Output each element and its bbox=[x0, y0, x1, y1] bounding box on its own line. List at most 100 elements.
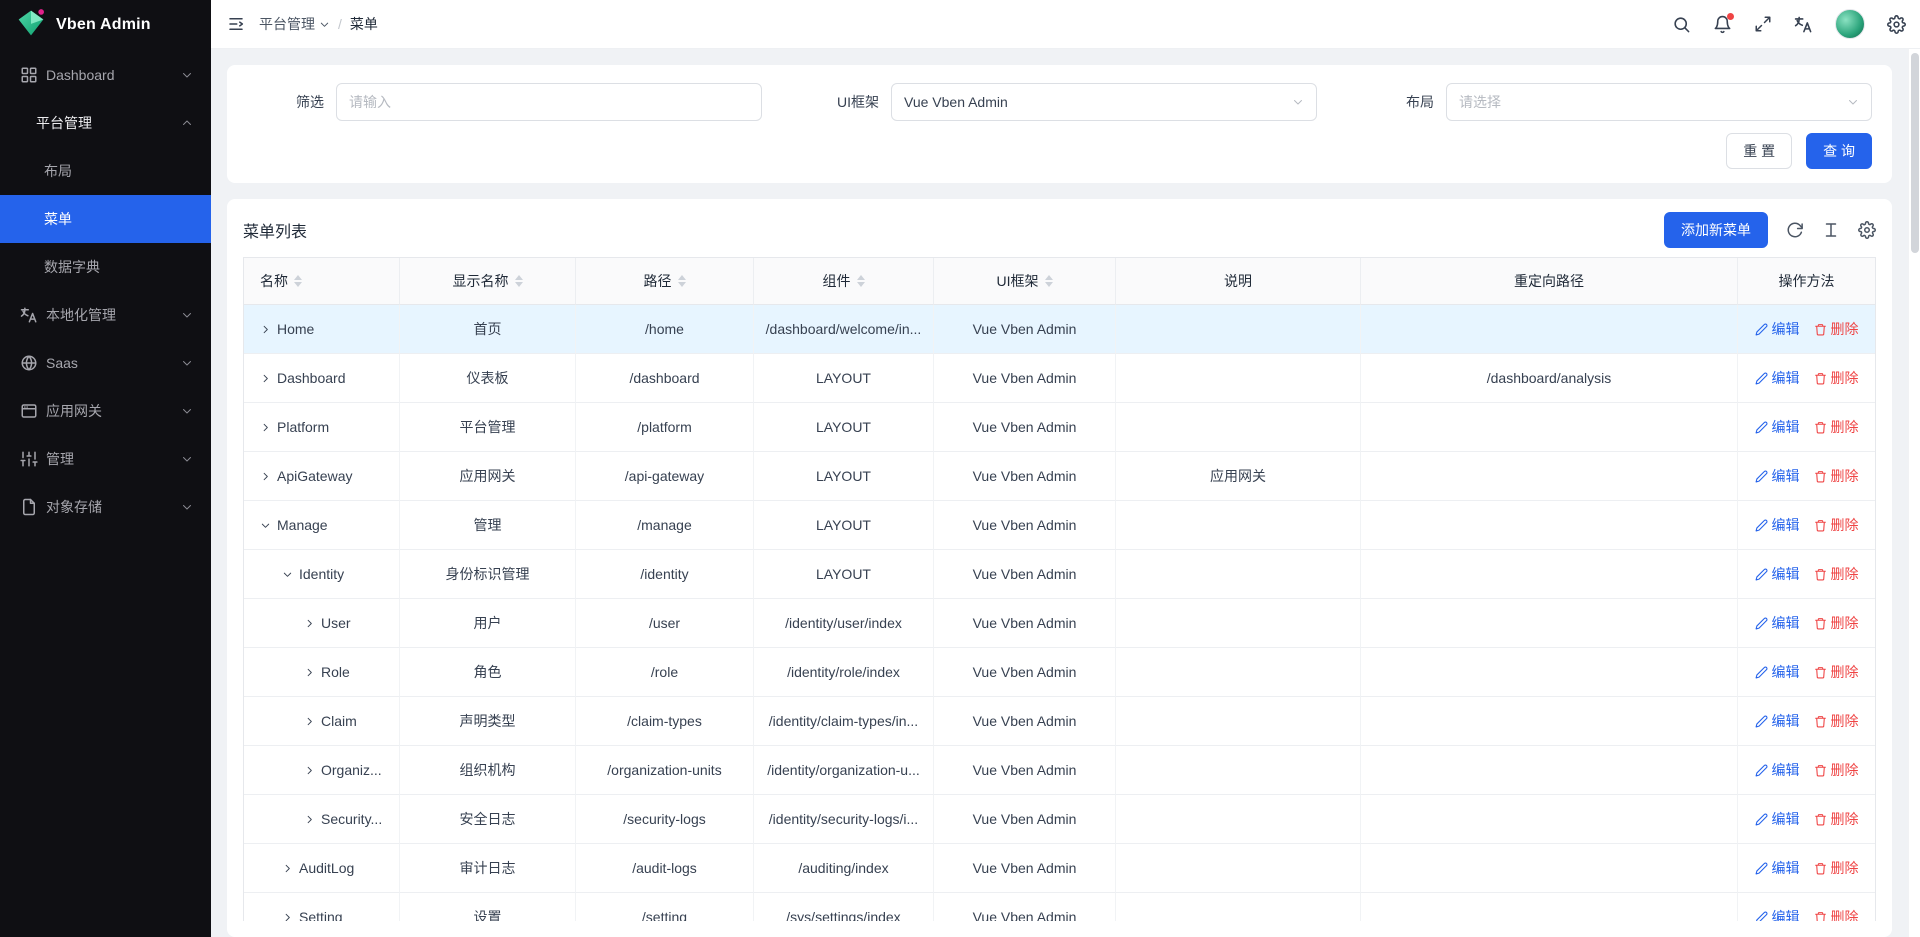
sidebar-item[interactable]: Saas bbox=[0, 339, 211, 387]
expand-row-icon[interactable] bbox=[304, 618, 315, 629]
delete-button[interactable]: 删除 bbox=[1814, 760, 1859, 780]
column-header[interactable]: 组件 bbox=[754, 258, 934, 305]
expand-row-icon[interactable] bbox=[304, 814, 315, 825]
sidebar-item[interactable]: 平台管理 bbox=[0, 99, 211, 147]
expand-row-icon[interactable] bbox=[304, 667, 315, 678]
edit-button[interactable]: 编辑 bbox=[1755, 858, 1800, 878]
scrollbar-thumb[interactable] bbox=[1911, 53, 1919, 253]
delete-button[interactable]: 删除 bbox=[1814, 809, 1859, 829]
collapse-sidebar-icon[interactable] bbox=[227, 15, 245, 33]
delete-button[interactable]: 删除 bbox=[1814, 907, 1859, 921]
sidebar-item[interactable]: Dashboard bbox=[0, 51, 211, 99]
add-menu-button[interactable]: 添加新菜单 bbox=[1664, 212, 1768, 248]
table-row[interactable]: Role角色/role/identity/role/indexVue Vben … bbox=[244, 648, 1875, 697]
table-row[interactable]: Claim声明类型/claim-types/identity/claim-typ… bbox=[244, 697, 1875, 746]
delete-button[interactable]: 删除 bbox=[1814, 368, 1859, 388]
fullscreen-icon[interactable] bbox=[1754, 15, 1772, 33]
delete-button[interactable]: 删除 bbox=[1814, 515, 1859, 535]
edit-button[interactable]: 编辑 bbox=[1755, 417, 1800, 437]
table-row[interactable]: Home首页/home/dashboard/welcome/in...Vue V… bbox=[244, 305, 1875, 354]
sidebar-subitem[interactable]: 数据字典 bbox=[0, 243, 211, 291]
delete-button[interactable]: 删除 bbox=[1814, 858, 1859, 878]
app-title: Vben Admin bbox=[56, 16, 151, 34]
edit-button[interactable]: 编辑 bbox=[1755, 368, 1800, 388]
trash-icon bbox=[1814, 911, 1827, 922]
edit-button[interactable]: 编辑 bbox=[1755, 711, 1800, 731]
sort-icon[interactable] bbox=[1045, 275, 1053, 287]
delete-button[interactable]: 删除 bbox=[1814, 417, 1859, 437]
sidebar-item[interactable]: 管理 bbox=[0, 435, 211, 483]
delete-button[interactable]: 删除 bbox=[1814, 613, 1859, 633]
expand-row-icon[interactable] bbox=[260, 373, 271, 384]
expand-row-icon[interactable] bbox=[282, 912, 293, 921]
collapse-row-icon[interactable] bbox=[282, 569, 293, 580]
table-row[interactable]: ApiGateway应用网关/api-gatewayLAYOUTVue Vben… bbox=[244, 452, 1875, 501]
sidebar-item[interactable]: 应用网关 bbox=[0, 387, 211, 435]
cell-name: User bbox=[244, 599, 400, 648]
edit-button[interactable]: 编辑 bbox=[1755, 515, 1800, 535]
edit-button[interactable]: 编辑 bbox=[1755, 662, 1800, 682]
edit-button[interactable]: 编辑 bbox=[1755, 907, 1800, 921]
column-header[interactable]: 显示名称 bbox=[400, 258, 576, 305]
sidebar-item[interactable]: 本地化管理 bbox=[0, 291, 211, 339]
refresh-icon[interactable] bbox=[1786, 221, 1804, 239]
table-row[interactable]: Manage管理/manageLAYOUTVue Vben Admin编辑删除 bbox=[244, 501, 1875, 550]
search-icon[interactable] bbox=[1672, 15, 1691, 34]
edit-button[interactable]: 编辑 bbox=[1755, 809, 1800, 829]
delete-button[interactable]: 删除 bbox=[1814, 564, 1859, 584]
sort-icon[interactable] bbox=[857, 275, 865, 287]
sidebar-item[interactable]: 对象存储 bbox=[0, 483, 211, 531]
expand-row-icon[interactable] bbox=[260, 471, 271, 482]
cell-path: /claim-types bbox=[576, 697, 754, 746]
breadcrumb-separator: / bbox=[338, 16, 342, 32]
row-height-icon[interactable] bbox=[1822, 221, 1840, 239]
sort-icon[interactable] bbox=[294, 275, 302, 287]
expand-row-icon[interactable] bbox=[304, 765, 315, 776]
table-row[interactable]: Setting设置/setting/sys/settings/indexVue … bbox=[244, 893, 1875, 921]
delete-button[interactable]: 删除 bbox=[1814, 662, 1859, 682]
edit-button[interactable]: 编辑 bbox=[1755, 613, 1800, 633]
filter-select[interactable]: Vue Vben Admin bbox=[891, 83, 1317, 121]
expand-row-icon[interactable] bbox=[260, 422, 271, 433]
table-row[interactable]: Organiz...组织机构/organization-units/identi… bbox=[244, 746, 1875, 795]
filter-input[interactable] bbox=[336, 83, 762, 121]
reset-button[interactable]: 重 置 bbox=[1726, 133, 1792, 169]
table-row[interactable]: AuditLog审计日志/audit-logs/auditing/indexVu… bbox=[244, 844, 1875, 893]
table-row[interactable]: User用户/user/identity/user/indexVue Vben … bbox=[244, 599, 1875, 648]
column-header[interactable]: 路径 bbox=[576, 258, 754, 305]
sidebar-subitem[interactable]: 菜单 bbox=[0, 195, 211, 243]
delete-button[interactable]: 删除 bbox=[1814, 319, 1859, 339]
expand-row-icon[interactable] bbox=[260, 324, 271, 335]
edit-button[interactable]: 编辑 bbox=[1755, 319, 1800, 339]
table-row[interactable]: Security...安全日志/security-logs/identity/s… bbox=[244, 795, 1875, 844]
table-row[interactable]: Identity身份标识管理/identityLAYOUTVue Vben Ad… bbox=[244, 550, 1875, 599]
notification-bell-icon[interactable] bbox=[1713, 15, 1732, 34]
breadcrumb-item-platform[interactable]: 平台管理 bbox=[259, 14, 330, 34]
sort-icon[interactable] bbox=[678, 275, 686, 287]
settings-gear-icon[interactable] bbox=[1887, 15, 1906, 34]
page-scrollbar[interactable] bbox=[1908, 49, 1920, 937]
delete-button[interactable]: 删除 bbox=[1814, 711, 1859, 731]
sidebar-subitem[interactable]: 布局 bbox=[0, 147, 211, 195]
logo[interactable]: Vben Admin bbox=[0, 0, 211, 49]
edit-button[interactable]: 编辑 bbox=[1755, 564, 1800, 584]
filter-select[interactable]: 请选择 bbox=[1446, 83, 1872, 121]
edit-button[interactable]: 编辑 bbox=[1755, 466, 1800, 486]
delete-button[interactable]: 删除 bbox=[1814, 466, 1859, 486]
column-header[interactable]: 名称 bbox=[244, 258, 400, 305]
language-icon[interactable] bbox=[1794, 15, 1813, 34]
table-row[interactable]: Platform平台管理/platformLAYOUTVue Vben Admi… bbox=[244, 403, 1875, 452]
sidebar-subitem-label: 数据字典 bbox=[44, 257, 100, 277]
collapse-row-icon[interactable] bbox=[260, 520, 271, 531]
avatar[interactable] bbox=[1835, 9, 1865, 39]
table-settings-gear-icon[interactable] bbox=[1858, 221, 1876, 239]
expand-row-icon[interactable] bbox=[282, 863, 293, 874]
cell-redirect bbox=[1361, 305, 1738, 354]
edit-button[interactable]: 编辑 bbox=[1755, 760, 1800, 780]
query-button[interactable]: 查 询 bbox=[1806, 133, 1872, 169]
expand-row-icon[interactable] bbox=[304, 716, 315, 727]
sidebar-item-label: 应用网关 bbox=[46, 401, 173, 421]
column-header[interactable]: UI框架 bbox=[934, 258, 1116, 305]
sort-icon[interactable] bbox=[515, 275, 523, 287]
table-row[interactable]: Dashboard仪表板/dashboardLAYOUTVue Vben Adm… bbox=[244, 354, 1875, 403]
